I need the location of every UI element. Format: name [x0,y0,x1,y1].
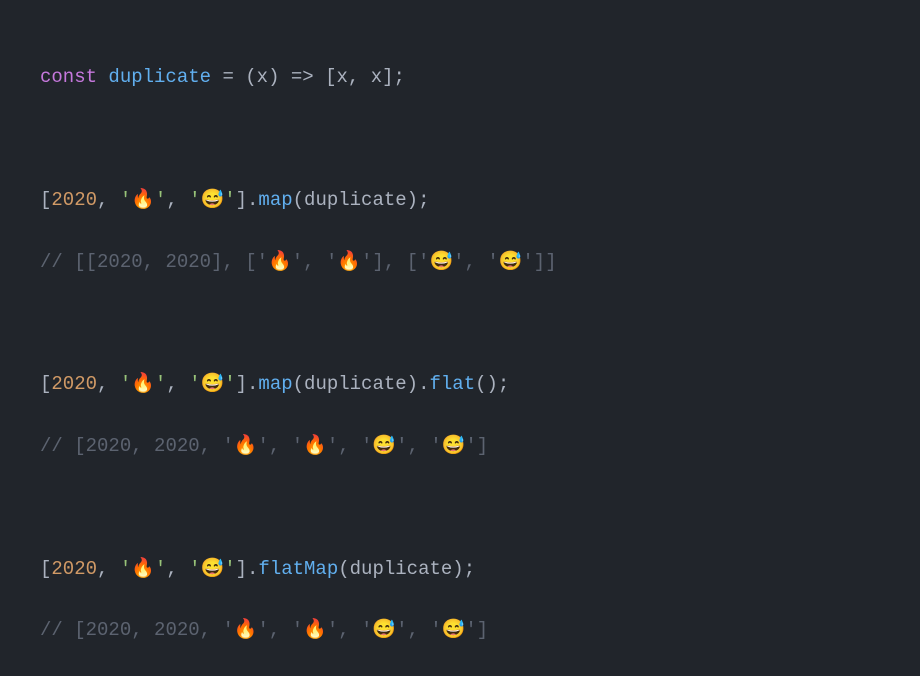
fire-emoji: 🔥 [131,556,155,579]
keyword-const: const [40,66,97,88]
code-snippet: const duplicate = (x) => [x, x]; [2020, … [40,32,880,676]
fire-emoji: 🔥 [303,617,327,640]
sweat-emoji: 😅 [429,249,453,272]
comment-line-1: // [[2020, 2020], ['🔥', '🔥'], ['😅', '😅']… [40,246,880,277]
blank-line [40,308,880,338]
fire-emoji: 🔥 [131,187,155,210]
sweat-emoji: 😅 [442,433,466,456]
comment-line-2: // [2020, 2020, '🔥', '🔥', '😅', '😅'] [40,430,880,461]
fire-emoji: 🔥 [268,249,292,272]
fire-emoji: 🔥 [234,617,258,640]
method-map: map [258,189,292,211]
sweat-emoji: 😅 [372,433,396,456]
sweat-emoji: 😅 [442,617,466,640]
method-flat: flat [429,373,475,395]
method-flatmap: flatMap [258,558,338,580]
code-line-4: [2020, '🔥', '😅'].flatMap(duplicate); [40,553,880,584]
number-literal: 2020 [51,189,97,211]
sweat-emoji: 😅 [201,556,225,579]
method-map: map [258,373,292,395]
code-line-3: [2020, '🔥', '😅'].map(duplicate).flat(); [40,368,880,399]
fire-emoji: 🔥 [234,433,258,456]
sweat-emoji: 😅 [499,249,523,272]
comment-line-3: // [2020, 2020, '🔥', '🔥', '😅', '😅'] [40,614,880,645]
number-literal: 2020 [51,373,97,395]
fire-emoji: 🔥 [131,371,155,394]
code-line-1: const duplicate = (x) => [x, x]; [40,62,880,92]
fire-emoji: 🔥 [303,433,327,456]
fire-emoji: 🔥 [337,249,361,272]
blank-line [40,123,880,153]
sweat-emoji: 😅 [201,187,225,210]
sweat-emoji: 😅 [201,371,225,394]
sweat-emoji: 😅 [372,617,396,640]
identifier-duplicate: duplicate [108,66,211,88]
number-literal: 2020 [51,558,97,580]
code-line-2: [2020, '🔥', '😅'].map(duplicate); [40,184,880,215]
